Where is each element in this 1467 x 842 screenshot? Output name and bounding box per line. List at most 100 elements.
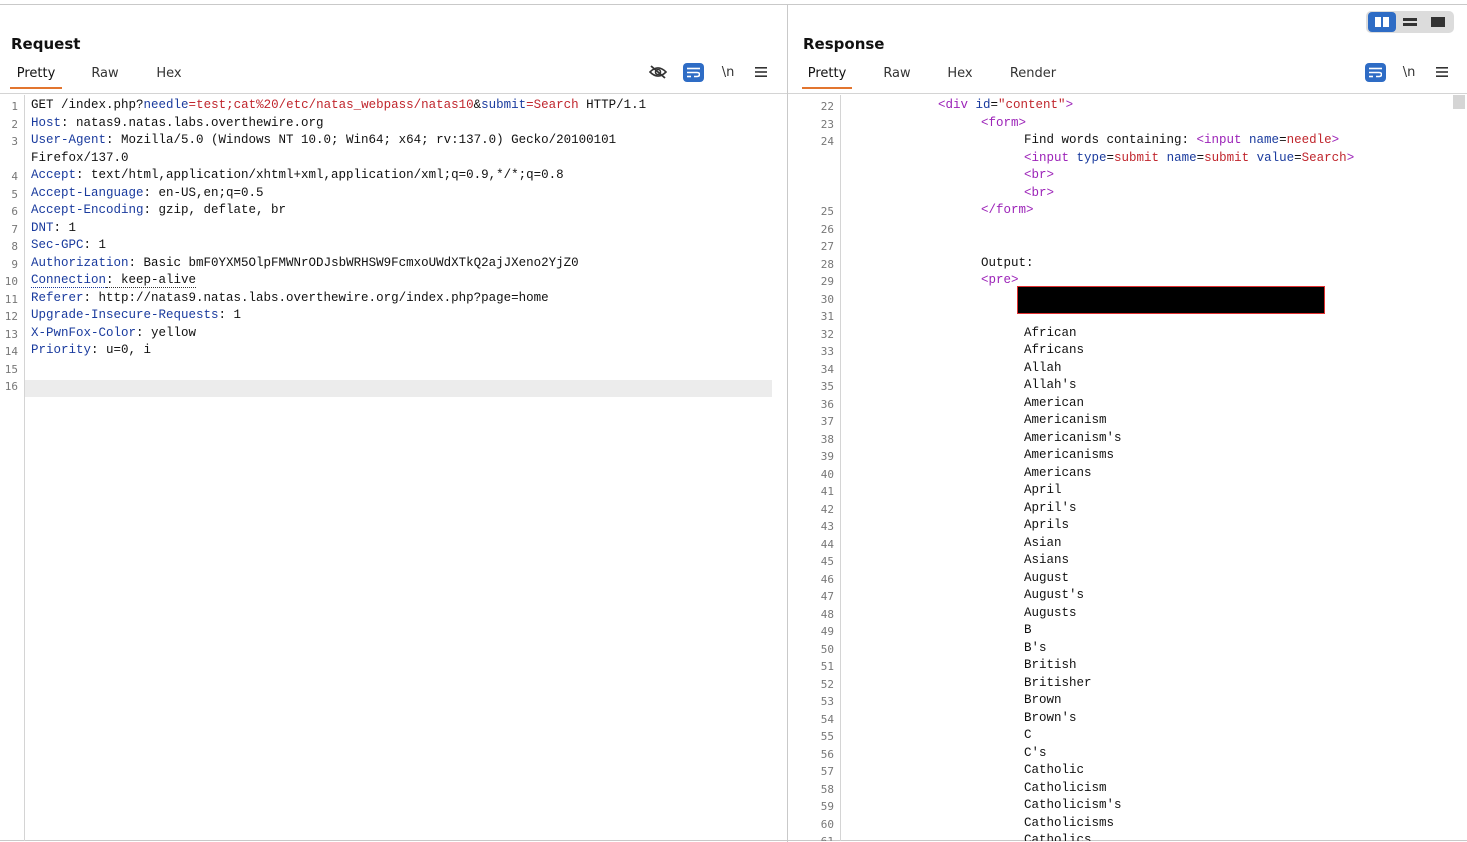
eye-slash-icon[interactable] — [646, 61, 670, 83]
tab-raw[interactable]: Raw — [82, 60, 128, 87]
wrap-lines-icon[interactable] — [1365, 63, 1386, 82]
wrap-lines-icon[interactable] — [683, 63, 704, 82]
line-number: 24 — [820, 135, 834, 148]
line-number: 36 — [820, 397, 834, 411]
request-gutter: 1 2 3 4 5 6 7 8 9 10 11 12 13 14 15 16 — [0, 95, 25, 841]
hamburger-menu-icon[interactable] — [1430, 61, 1454, 83]
line-number: 38 — [820, 432, 834, 446]
line-number: 52 — [820, 677, 834, 691]
line-number: 41 — [820, 485, 834, 498]
tab-pretty[interactable]: Pretty — [802, 60, 852, 89]
request-line-14: Priority: u=0, i — [31, 343, 152, 357]
response-line-form-open: <form> — [981, 115, 1027, 130]
request-line-3-wrap: Firefox/137.0 — [31, 150, 129, 165]
output-word: American — [1024, 395, 1085, 410]
response-title: Response — [803, 35, 885, 53]
newline-toggle[interactable]: \n — [716, 61, 740, 83]
output-word: B — [1024, 623, 1032, 637]
line-number: 4 — [11, 170, 18, 183]
line-number: 28 — [820, 257, 834, 271]
line-number: 5 — [11, 187, 18, 201]
request-line-8: Sec-GPC: 1 — [31, 238, 107, 252]
line-number: 34 — [820, 362, 834, 376]
line-number: 57 — [820, 765, 834, 778]
request-line-10: Connection: keep-alive — [31, 273, 197, 288]
line-number: 31 — [820, 310, 834, 323]
response-line-form-close: </form> — [981, 203, 1034, 217]
response-line-br-1: <br> — [1024, 168, 1055, 182]
output-word: Augusts — [1024, 605, 1077, 620]
redacted-password-box — [1017, 286, 1325, 314]
newline-toggle[interactable]: \n — [1397, 61, 1421, 83]
output-word: Catholicisms — [1024, 815, 1115, 830]
line-number: 6 — [11, 205, 18, 218]
response-line-input-submit: <input type=submit name=submit value=Sea… — [1024, 150, 1355, 165]
output-word: African — [1024, 325, 1077, 340]
response-editor[interactable]: 22 23 24 25 26 27 28 29 30 31 32 33 34 35 36 37 38 39 40 41… — [788, 95, 1452, 841]
output-word: Allah — [1024, 360, 1062, 375]
output-word: Asians — [1024, 553, 1070, 567]
line-number: 61 — [794, 835, 834, 841]
request-title: Request — [11, 35, 81, 53]
output-word: C — [1024, 728, 1032, 742]
output-word: Africans — [1024, 343, 1085, 357]
line-number: 16 — [4, 380, 18, 393]
line-number: 30 — [820, 292, 834, 306]
output-word: Catholic — [1024, 763, 1085, 777]
line-number: 59 — [820, 800, 834, 813]
line-number: 26 — [820, 222, 834, 236]
tab-hex[interactable]: Hex — [147, 60, 191, 87]
output-word: Allah's — [1024, 378, 1077, 392]
response-line-find: Find words containing: <input name=needl… — [1024, 133, 1340, 147]
line-number: 53 — [820, 695, 834, 708]
line-number: 55 — [820, 730, 834, 743]
request-panel: Request Pretty Raw Hex \n 1 2 3 4 5 6 7 8 9 10 11 1… — [0, 5, 787, 841]
line-number: 40 — [820, 467, 834, 481]
request-editor[interactable]: 1 2 3 4 5 6 7 8 9 10 11 12 13 14 15 16 GET /index.php?n… — [0, 95, 787, 841]
output-word: August — [1024, 570, 1070, 585]
line-number: 60 — [820, 817, 834, 831]
line-number: 43 — [820, 520, 834, 533]
request-line-11: Referer: http://natas9.natas.labs.overth… — [31, 290, 549, 305]
tab-hex[interactable]: Hex — [938, 60, 982, 87]
request-tabs-separator — [0, 93, 787, 94]
tab-pretty[interactable]: Pretty — [10, 60, 62, 89]
line-number: 47 — [820, 590, 834, 603]
line-number: 35 — [820, 380, 834, 393]
response-line-br-2: <br> — [1024, 185, 1055, 200]
output-word: Brown — [1024, 693, 1062, 707]
tab-raw[interactable]: Raw — [874, 60, 920, 87]
line-number: 11 — [4, 292, 18, 306]
output-word: Catholicism's — [1024, 798, 1122, 812]
output-word: Britisher — [1024, 675, 1092, 690]
line-number: 45 — [820, 555, 834, 568]
request-line-1: GET /index.php?needle=test;cat%20/etc/na… — [31, 98, 647, 112]
response-scrollbar[interactable] — [1453, 95, 1465, 109]
output-word: Catholics — [1024, 833, 1092, 841]
response-gutter: 22 23 24 25 26 27 28 29 30 31 32 33 34 35 36 37 38 39 40 41… — [788, 95, 841, 841]
output-word: Americanisms — [1024, 448, 1115, 462]
line-number: 1 — [11, 100, 18, 113]
response-line-pre-open: <pre> — [981, 273, 1019, 287]
line-number: 58 — [820, 782, 834, 796]
request-line-5: Accept-Language: en-US,en;q=0.5 — [31, 185, 264, 200]
response-line-div: <div id="content"> — [938, 98, 1074, 112]
line-number: 50 — [820, 642, 834, 656]
line-number: 3 — [11, 135, 18, 148]
request-line-13: X-PwnFox-Color: yellow — [31, 325, 197, 340]
output-word: Americanism's — [1024, 430, 1122, 445]
line-number: 51 — [820, 660, 834, 673]
request-line-4: Accept: text/html,application/xhtml+xml,… — [31, 168, 564, 182]
tab-render[interactable]: Render — [1002, 60, 1064, 87]
line-number: 13 — [4, 327, 18, 341]
line-number: 10 — [4, 275, 18, 288]
request-line-2: Host: natas9.natas.labs.overthewire.org — [31, 115, 324, 130]
hamburger-menu-icon[interactable] — [749, 61, 773, 83]
request-line-7: DNT: 1 — [31, 220, 77, 235]
line-number: 39 — [820, 450, 834, 463]
line-number: 2 — [11, 117, 18, 131]
line-number: 49 — [820, 625, 834, 638]
output-word: April's — [1024, 500, 1077, 515]
line-number: 37 — [820, 415, 834, 428]
response-tabs-separator — [788, 93, 1467, 94]
